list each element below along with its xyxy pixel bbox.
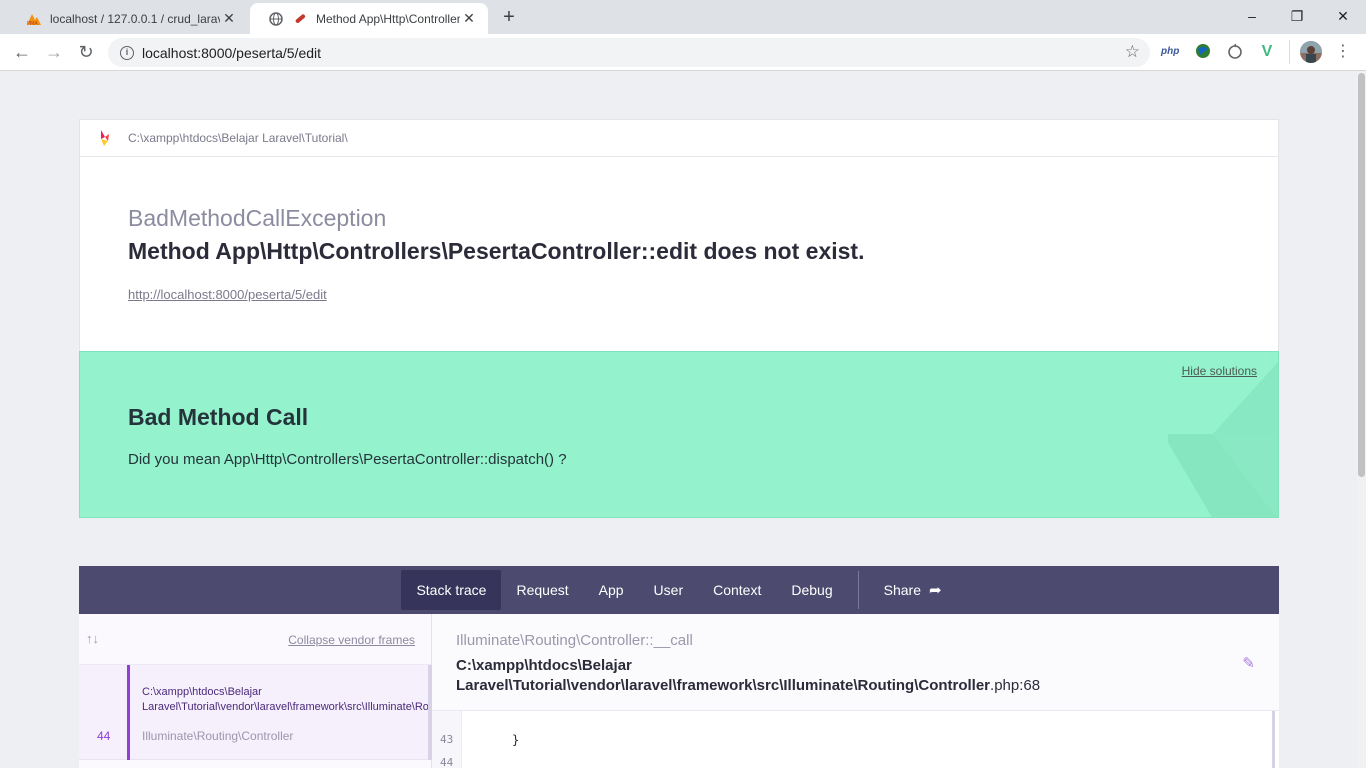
frame-detail: Illuminate\Routing\Controller::__call C:… bbox=[432, 614, 1279, 768]
frame-selected-indicator bbox=[127, 665, 130, 760]
share-label: Share bbox=[883, 582, 921, 598]
vue-icon[interactable]: V bbox=[1258, 43, 1276, 61]
close-icon[interactable]: ✕ bbox=[460, 10, 478, 27]
exception-body: BadMethodCallException Method App\Http\C… bbox=[80, 157, 1278, 352]
apple-extension-icon[interactable] bbox=[1226, 43, 1244, 61]
frame-path-line1: C:\xampp\htdocs\Belajar bbox=[456, 657, 632, 674]
solution-text: Did you mean App\Http\Controllers\Pesert… bbox=[128, 451, 567, 468]
frame-navigation-arrows-icon[interactable]: ↑↓ bbox=[86, 631, 99, 646]
frame-line-number: 44 bbox=[97, 729, 111, 743]
frame-path: C:\xampp\htdocs\Belajar Laravel\Tutorial… bbox=[456, 656, 1040, 696]
minimize-button[interactable]: – bbox=[1229, 4, 1275, 28]
window-close-button[interactable]: ✕ bbox=[1320, 4, 1366, 28]
code-snippet: 43 44 } bbox=[432, 710, 1279, 768]
globe-icon bbox=[268, 11, 284, 27]
app-path: C:\xampp\htdocs\Belajar Laravel\Tutorial… bbox=[128, 131, 348, 145]
svg-text:PMA: PMA bbox=[27, 21, 38, 26]
toolbar-divider bbox=[1289, 40, 1290, 64]
share-button[interactable]: Share ➦ bbox=[869, 570, 957, 610]
ignition-logo-icon bbox=[101, 130, 109, 146]
maximize-button[interactable]: ❐ bbox=[1274, 4, 1320, 28]
solution-panel: Hide solutions Bad Method Call Did you m… bbox=[79, 351, 1279, 518]
tab-title: localhost / 127.0.0.1 / crud_laravel bbox=[50, 11, 220, 26]
code-line: } bbox=[512, 733, 520, 747]
browser-tab-bar: PMA localhost / 127.0.0.1 / crud_laravel… bbox=[0, 0, 1366, 34]
exception-message: Method App\Http\Controllers\PesertaContr… bbox=[128, 238, 865, 264]
stack-frames-list: ↑↓ Collapse vendor frames C:\xampp\htdoc… bbox=[79, 614, 432, 768]
frame-class: Illuminate\Routing\Controller bbox=[142, 729, 294, 743]
request-url-link[interactable]: http://localhost:8000/peserta/5/edit bbox=[128, 287, 1278, 302]
menu-dots-icon[interactable]: ⋮ bbox=[1334, 43, 1352, 61]
browser-tab-error[interactable]: Method App\Http\Controllers\PesertaContr… bbox=[250, 3, 488, 34]
browser-tab-phpmyadmin[interactable]: PMA localhost / 127.0.0.1 / crud_laravel… bbox=[8, 3, 248, 34]
frame-file: C:\xampp\htdocs\Belajar Laravel\Tutorial… bbox=[142, 685, 428, 715]
tab-stack-trace[interactable]: Stack trace bbox=[401, 570, 502, 610]
code-scroll-indicator bbox=[1272, 711, 1275, 768]
new-tab-button[interactable]: + bbox=[498, 6, 520, 28]
close-icon[interactable]: ✕ bbox=[220, 10, 238, 27]
exception-class: BadMethodCallException bbox=[128, 205, 387, 231]
bookmark-star-icon[interactable]: ☆ bbox=[1125, 42, 1140, 62]
collapse-vendor-frames-link[interactable]: Collapse vendor frames bbox=[288, 633, 415, 647]
frame-file-line2: Laravel\Tutorial\vendor\laravel\framewor… bbox=[142, 701, 428, 713]
tab-debug[interactable]: Debug bbox=[776, 570, 847, 610]
tab-title: Method App\Http\Controllers\PesertaContr… bbox=[316, 11, 460, 26]
globe-extension-icon[interactable] bbox=[1194, 43, 1212, 61]
hide-solutions-link[interactable]: Hide solutions bbox=[1182, 364, 1257, 378]
solution-title: Bad Method Call bbox=[128, 404, 309, 430]
ignition-icon bbox=[292, 11, 308, 27]
app-path-bar: C:\xampp\htdocs\Belajar Laravel\Tutorial… bbox=[80, 120, 1278, 157]
code-line-number: 43 bbox=[440, 733, 454, 746]
frame-method: Illuminate\Routing\Controller::__call bbox=[456, 632, 693, 649]
address-bar[interactable]: i localhost:8000/peserta/5/edit ☆ bbox=[108, 38, 1150, 67]
frame-path-line2: Laravel\Tutorial\vendor\laravel\framewor… bbox=[456, 676, 1040, 696]
code-line-number: 44 bbox=[440, 756, 454, 768]
frame-path-ext: .php:68 bbox=[990, 677, 1041, 694]
share-arrow-icon: ➦ bbox=[928, 582, 942, 599]
forward-arrow-icon[interactable]: → bbox=[42, 40, 66, 64]
stack-frame-selected[interactable]: C:\xampp\htdocs\Belajar Laravel\Tutorial… bbox=[79, 665, 432, 760]
tab-user[interactable]: User bbox=[639, 570, 699, 610]
reload-icon[interactable]: ↻ bbox=[74, 40, 98, 64]
tab-divider bbox=[857, 571, 859, 609]
error-nav-tabs: Stack trace Request App User Context Deb… bbox=[79, 566, 1279, 614]
frame-file-line1: C:\xampp\htdocs\Belajar bbox=[142, 686, 262, 698]
scrollbar-thumb[interactable] bbox=[1358, 73, 1365, 477]
frames-header: ↑↓ Collapse vendor frames bbox=[79, 614, 431, 665]
php-icon[interactable]: php bbox=[1161, 43, 1179, 61]
pma-icon: PMA bbox=[26, 11, 42, 27]
info-icon[interactable]: i bbox=[120, 45, 134, 60]
tab-request[interactable]: Request bbox=[501, 570, 583, 610]
edit-pencil-icon[interactable]: ✎ bbox=[1242, 654, 1255, 672]
browser-toolbar: ← → ↻ i localhost:8000/peserta/5/edit ☆ … bbox=[0, 34, 1366, 71]
exception-card: C:\xampp\htdocs\Belajar Laravel\Tutorial… bbox=[79, 119, 1279, 353]
back-arrow-icon[interactable]: ← bbox=[10, 40, 34, 64]
tab-context[interactable]: Context bbox=[698, 570, 776, 610]
tab-app[interactable]: App bbox=[584, 570, 639, 610]
frame-path-main: Laravel\Tutorial\vendor\laravel\framewor… bbox=[456, 677, 991, 694]
url-text[interactable]: localhost:8000/peserta/5/edit bbox=[142, 45, 321, 61]
avatar[interactable] bbox=[1300, 41, 1322, 63]
